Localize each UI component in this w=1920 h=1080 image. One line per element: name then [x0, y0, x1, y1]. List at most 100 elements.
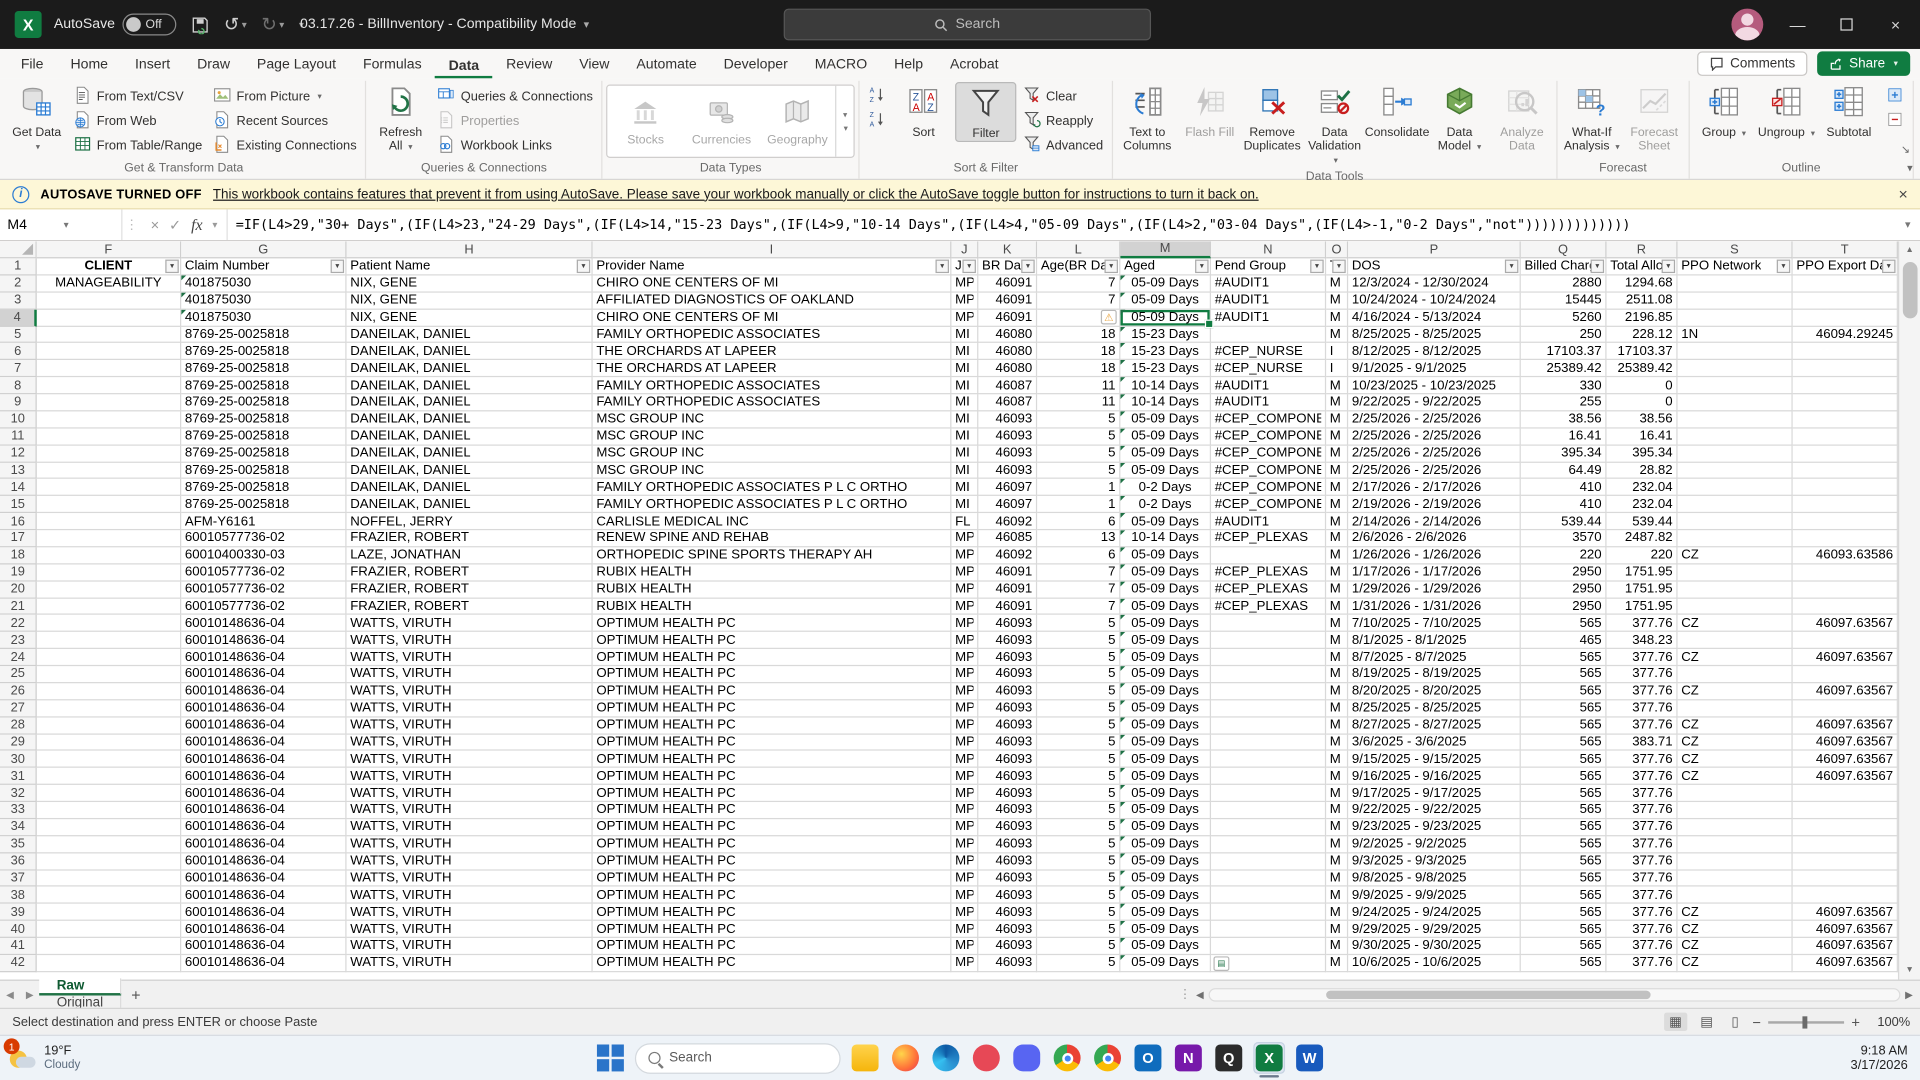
reapply-button[interactable]: Reapply [1018, 110, 1108, 132]
cell-N9[interactable]: #AUDIT1 [1211, 394, 1326, 411]
cell-L4[interactable]: ⚠7 [1037, 309, 1120, 326]
cell-Q14[interactable]: 410 [1521, 479, 1607, 496]
row-header-27[interactable]: 27 [0, 700, 37, 717]
cell-L39[interactable]: 5 [1037, 904, 1120, 921]
cell-P23[interactable]: 8/1/2025 - 8/1/2025 [1348, 632, 1521, 649]
tab-review[interactable]: Review [493, 53, 566, 79]
cell-K23[interactable]: 46093 [978, 632, 1037, 649]
row-header-38[interactable]: 38 [0, 887, 37, 904]
sort-a-to-z-button[interactable]: AZ [864, 86, 892, 108]
cell-M31[interactable]: 05-09 Days [1120, 768, 1211, 785]
cell-N39[interactable] [1211, 904, 1326, 921]
vertical-scrollbar[interactable]: ▲ ▼ [1898, 241, 1920, 979]
cell-K28[interactable]: 46093 [978, 717, 1037, 734]
cell-Q16[interactable]: 539.44 [1521, 513, 1607, 530]
cell-R31[interactable]: 377.76 [1607, 768, 1678, 785]
cell-G24[interactable]: 60010148636-04 [181, 649, 346, 666]
row-header-42[interactable]: 42 [0, 955, 37, 972]
filter-button[interactable]: Filter [955, 82, 1016, 142]
gallery-more-button[interactable]: ▾▾ [835, 86, 853, 157]
cell-M18[interactable]: 05-09 Days [1120, 547, 1211, 564]
cell-J5[interactable]: MI [951, 326, 978, 343]
cell-G33[interactable]: 60010148636-04 [181, 802, 346, 819]
paste-options-button[interactable]: ▤ [1213, 956, 1229, 971]
cell-M7[interactable]: 15-23 Days [1120, 360, 1211, 377]
cell-R3[interactable]: 2511.08 [1607, 292, 1678, 309]
new-sheet-button[interactable]: + [131, 985, 140, 1003]
clock-tray[interactable]: 9:18 AM 3/17/2026 [1851, 1043, 1908, 1072]
workbook-links-button[interactable]: Workbook Links [433, 135, 598, 157]
cell-R38[interactable]: 377.76 [1607, 887, 1678, 904]
column-header-H[interactable]: H [347, 241, 593, 258]
word-icon[interactable]: W [1294, 1042, 1326, 1074]
row-header-17[interactable]: 17 [0, 530, 37, 547]
redo-button[interactable]: ↻▾ [261, 13, 284, 35]
cell-K5[interactable]: 46080 [978, 326, 1037, 343]
quickbooks-icon[interactable]: Q [1213, 1042, 1245, 1074]
cell-I37[interactable]: OPTIMUM HEALTH PC [593, 870, 952, 887]
cell-O38[interactable]: M [1326, 887, 1348, 904]
sheet-tab-raw[interactable]: Raw [40, 978, 122, 995]
cell-J6[interactable]: MI [951, 343, 978, 360]
cell-N40[interactable] [1211, 921, 1326, 938]
cell-T5[interactable]: 46094.29245 [1793, 326, 1898, 343]
cell-L11[interactable]: 5 [1037, 428, 1120, 445]
cell-G36[interactable]: 60010148636-04 [181, 853, 346, 870]
column-header-P[interactable]: P [1348, 241, 1521, 258]
cell-G22[interactable]: 60010148636-04 [181, 615, 346, 632]
cell-H4[interactable]: NIX, GENE [347, 309, 593, 326]
cell-S10[interactable] [1678, 411, 1793, 428]
cell-F15[interactable] [37, 496, 181, 513]
cell-N5[interactable] [1211, 326, 1326, 343]
cell-F21[interactable] [37, 598, 181, 615]
user-avatar[interactable] [1731, 9, 1763, 41]
normal-view-button[interactable]: ▦ [1664, 1013, 1687, 1031]
row-header-1[interactable]: 1 [0, 258, 37, 275]
cell-J20[interactable]: MP [951, 581, 978, 598]
zoom-percentage[interactable]: 100% [1869, 1014, 1911, 1029]
column-header-K[interactable]: K [978, 241, 1037, 258]
share-button[interactable]: Share ▾ [1817, 51, 1910, 75]
cell-R26[interactable]: 377.76 [1607, 683, 1678, 700]
cell-P34[interactable]: 9/23/2025 - 9/23/2025 [1348, 819, 1521, 836]
cell-I12[interactable]: MSC GROUP INC [593, 445, 952, 462]
cell-M29[interactable]: 05-09 Days [1120, 734, 1211, 751]
cell-I35[interactable]: OPTIMUM HEALTH PC [593, 836, 952, 853]
cell-G31[interactable]: 60010148636-04 [181, 768, 346, 785]
cell-Q9[interactable]: 255 [1521, 394, 1607, 411]
cell-R13[interactable]: 28.82 [1607, 462, 1678, 479]
row-header-39[interactable]: 39 [0, 904, 37, 921]
recent-sources-button[interactable]: Recent Sources [208, 110, 361, 132]
cell-R6[interactable]: 17103.37 [1607, 343, 1678, 360]
cell-G23[interactable]: 60010148636-04 [181, 632, 346, 649]
cell-O31[interactable]: M [1326, 768, 1348, 785]
cell-G30[interactable]: 60010148636-04 [181, 751, 346, 768]
cell-F24[interactable] [37, 649, 181, 666]
cell-J4[interactable]: MP [951, 309, 978, 326]
tab-automate[interactable]: Automate [623, 53, 710, 79]
cell-O16[interactable]: M [1326, 513, 1348, 530]
cell-I29[interactable]: OPTIMUM HEALTH PC [593, 734, 952, 751]
cell-S11[interactable] [1678, 428, 1793, 445]
cell-O11[interactable]: M [1326, 428, 1348, 445]
cell-I24[interactable]: OPTIMUM HEALTH PC [593, 649, 952, 666]
cell-I22[interactable]: OPTIMUM HEALTH PC [593, 615, 952, 632]
cell-J39[interactable]: MP [951, 904, 978, 921]
tab-formulas[interactable]: Formulas [349, 53, 435, 79]
cell-G9[interactable]: 8769-25-0025818 [181, 394, 346, 411]
cell-G14[interactable]: 8769-25-0025818 [181, 479, 346, 496]
cell-K3[interactable]: 46091 [978, 292, 1037, 309]
cell-F3[interactable] [37, 292, 181, 309]
advanced-button[interactable]: Advanced [1018, 135, 1108, 157]
filter-header-P[interactable]: DOS▼ [1348, 258, 1521, 275]
cell-M22[interactable]: 05-09 Days [1120, 615, 1211, 632]
row-header-5[interactable]: 5 [0, 326, 37, 343]
cell-P21[interactable]: 1/31/2026 - 1/31/2026 [1348, 598, 1521, 615]
cell-J18[interactable]: MP [951, 547, 978, 564]
cell-L5[interactable]: 18 [1037, 326, 1120, 343]
cell-K40[interactable]: 46093 [978, 921, 1037, 938]
filter-dropdown-icon[interactable]: ▼ [165, 260, 178, 273]
cell-O34[interactable]: M [1326, 819, 1348, 836]
cell-P19[interactable]: 1/17/2026 - 1/17/2026 [1348, 564, 1521, 581]
cell-F10[interactable] [37, 411, 181, 428]
